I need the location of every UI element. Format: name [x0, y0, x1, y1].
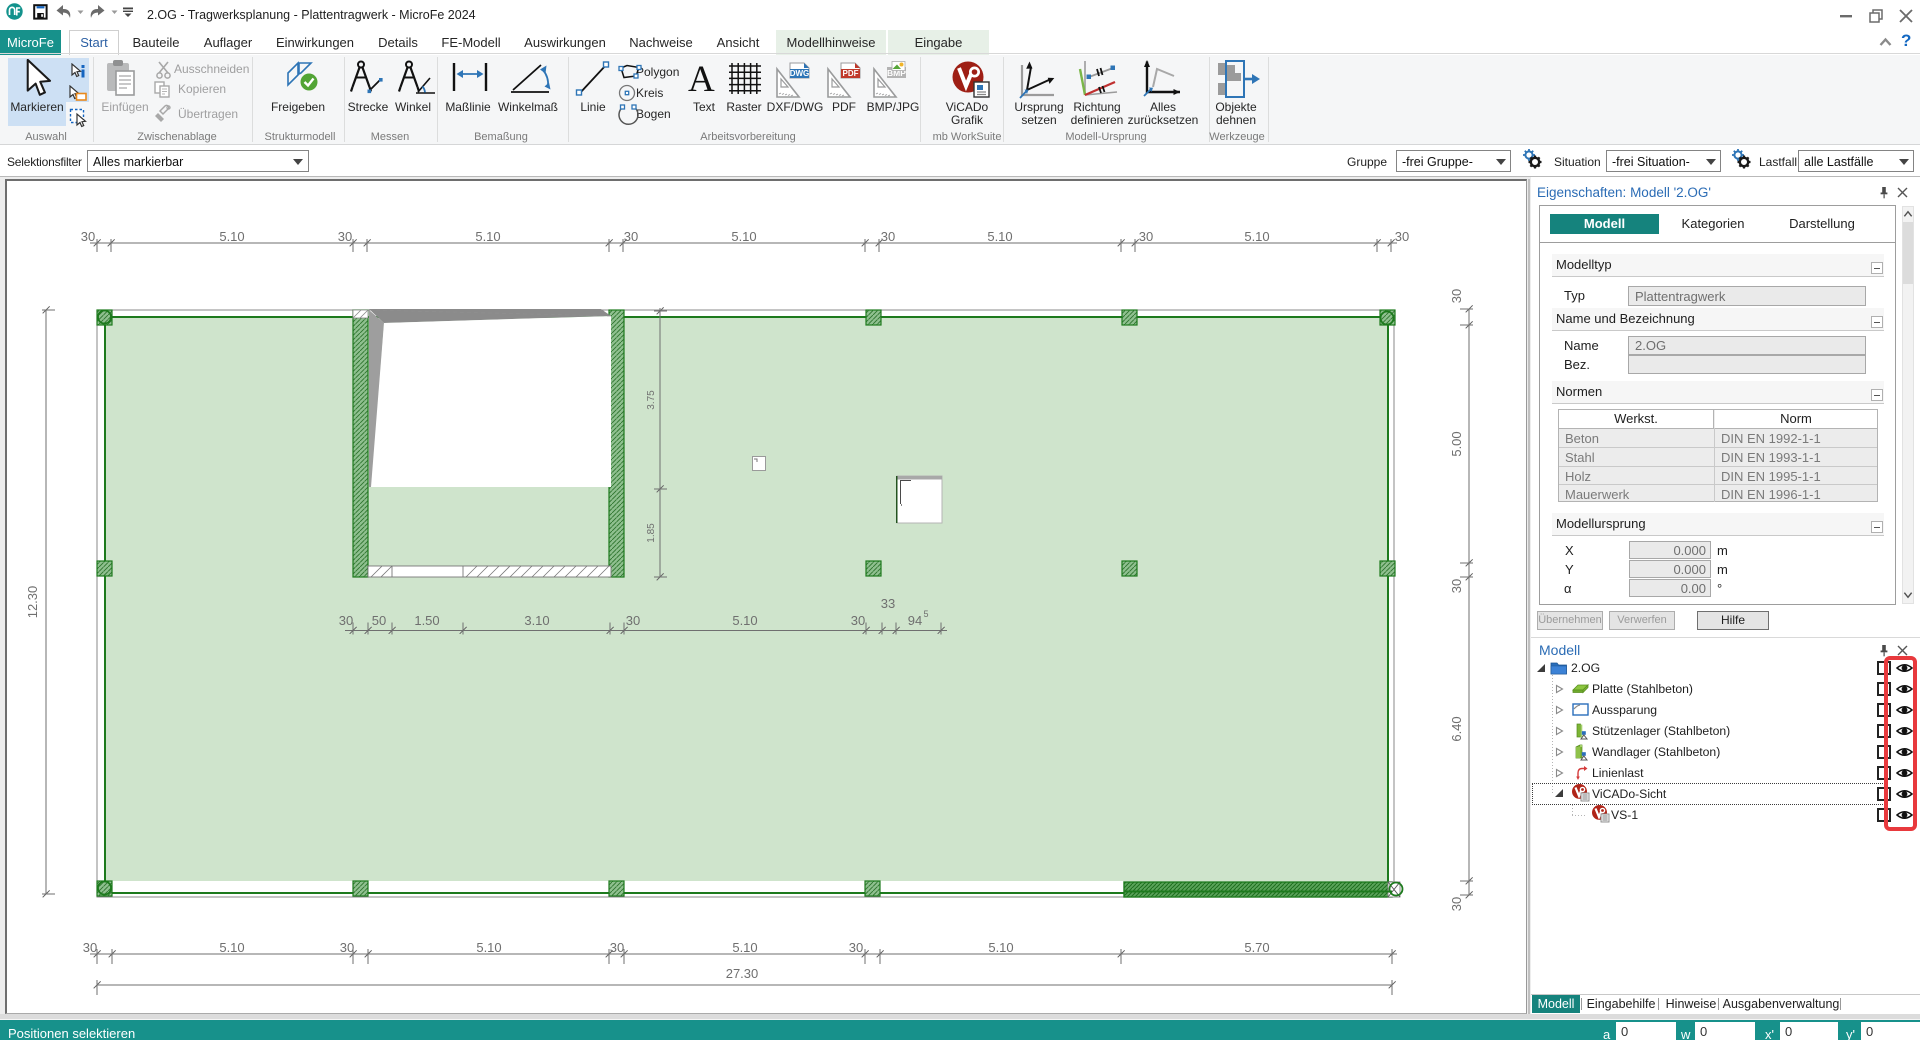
svg-text:5.10: 5.10	[732, 940, 757, 955]
svg-text:30: 30	[849, 940, 863, 955]
svg-text:5.10: 5.10	[219, 229, 244, 244]
svg-text:5: 5	[923, 609, 928, 619]
svg-text:PDF: PDF	[843, 69, 859, 78]
svg-text:3.75: 3.75	[646, 390, 657, 410]
svg-text:12.30: 12.30	[25, 586, 40, 619]
svg-text:DWG: DWG	[790, 69, 810, 78]
svg-text:30: 30	[1449, 289, 1464, 303]
svg-text:30: 30	[626, 613, 640, 628]
svg-text:94: 94	[908, 613, 922, 628]
svg-text:33: 33	[881, 596, 895, 611]
svg-text:5.10: 5.10	[987, 229, 1012, 244]
svg-text:6.40: 6.40	[1449, 716, 1464, 741]
svg-text:30: 30	[851, 613, 865, 628]
svg-text:30: 30	[83, 940, 97, 955]
svg-text:5.00: 5.00	[1449, 431, 1464, 456]
svg-text:5.10: 5.10	[732, 613, 757, 628]
svg-text:30: 30	[1139, 229, 1153, 244]
svg-text:1.85: 1.85	[646, 523, 657, 543]
svg-text:5.70: 5.70	[1244, 940, 1269, 955]
svg-text:1.50: 1.50	[414, 613, 439, 628]
svg-text:30: 30	[340, 940, 354, 955]
svg-text:30: 30	[610, 940, 624, 955]
svg-text:30: 30	[1449, 579, 1464, 593]
svg-text:30: 30	[339, 613, 353, 628]
svg-text:30: 30	[881, 229, 895, 244]
svg-text:30: 30	[1449, 897, 1464, 911]
svg-text:30: 30	[338, 229, 352, 244]
svg-text:30: 30	[1395, 229, 1409, 244]
svg-text:3.10: 3.10	[524, 613, 549, 628]
svg-text:5.10: 5.10	[1244, 229, 1269, 244]
svg-text:27.30: 27.30	[726, 966, 759, 981]
svg-text:30: 30	[81, 229, 95, 244]
svg-text:5.10: 5.10	[731, 229, 756, 244]
svg-text:5.10: 5.10	[476, 940, 501, 955]
svg-text:5.10: 5.10	[219, 940, 244, 955]
svg-text:50: 50	[372, 613, 386, 628]
svg-text:5.10: 5.10	[988, 940, 1013, 955]
svg-text:30: 30	[624, 229, 638, 244]
svg-text:5.10: 5.10	[475, 229, 500, 244]
